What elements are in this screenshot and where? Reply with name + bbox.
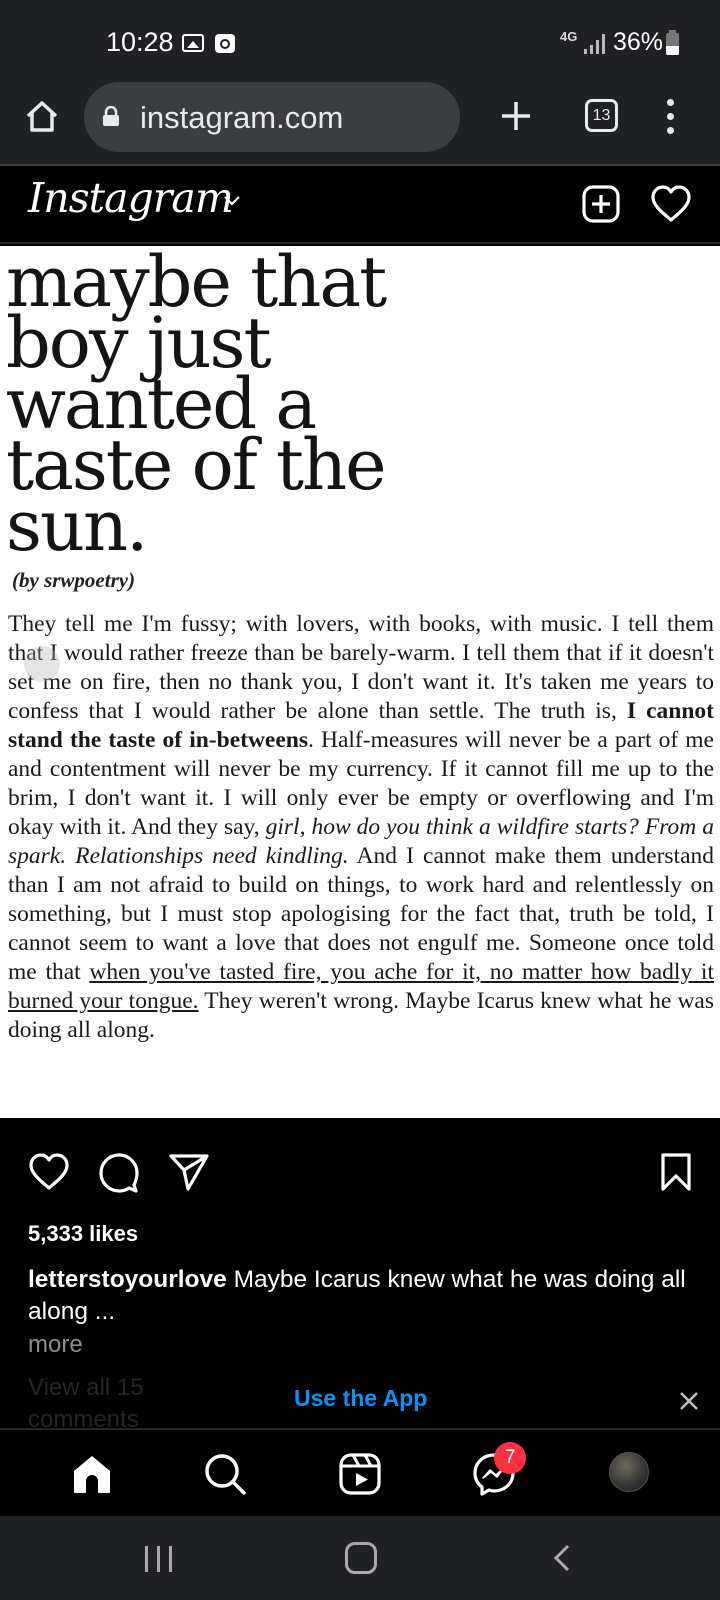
profile-avatar[interactable]: [609, 1452, 649, 1492]
like-heart-icon[interactable]: [28, 1152, 70, 1192]
status-bar: 10:28 4G 36%: [0, 0, 720, 78]
image-author-text: (by srwpoetry): [12, 568, 136, 592]
system-home-icon[interactable]: [345, 1542, 377, 1574]
share-icon[interactable]: [168, 1152, 210, 1192]
carousel-prev-icon[interactable]: [24, 646, 60, 682]
notifications-heart-icon[interactable]: [650, 184, 692, 224]
comment-icon[interactable]: [98, 1152, 140, 1194]
likes-count[interactable]: 5,333 likes: [28, 1221, 138, 1247]
battery-percent: 36%: [613, 28, 664, 56]
post-actions: [0, 1118, 720, 1228]
browser-toolbar: instagram.com 13: [0, 78, 720, 166]
image-title-text: maybe that boy just wanted a taste of th…: [6, 246, 387, 567]
caption-username[interactable]: letterstoyourlove: [28, 1266, 227, 1293]
view-all-comments-link[interactable]: View all 15 comments: [28, 1372, 188, 1436]
status-time: 10:28: [106, 27, 174, 57]
back-icon[interactable]: [550, 1543, 576, 1573]
messages-badge: 7: [494, 1442, 526, 1474]
signal-icon: [584, 34, 606, 54]
use-the-app-link[interactable]: Use the App: [294, 1385, 427, 1412]
gallery-notification-icon: [182, 34, 204, 52]
search-icon[interactable]: [203, 1452, 247, 1496]
save-bookmark-icon[interactable]: [660, 1152, 692, 1192]
caption-more-link[interactable]: more: [28, 1331, 83, 1359]
network-type: 4G: [560, 29, 578, 44]
home-nav-icon[interactable]: [70, 1452, 114, 1496]
url-text: instagram.com: [140, 100, 344, 135]
instagram-logo[interactable]: Instagram: [28, 174, 234, 222]
new-tab-icon[interactable]: [497, 97, 535, 135]
battery-icon: [666, 30, 679, 55]
system-navigation-bar: [0, 1516, 720, 1600]
post-caption: letterstoyourlove Maybe Icarus knew what…: [28, 1264, 698, 1328]
close-icon[interactable]: [678, 1390, 700, 1412]
lock-icon: [103, 106, 119, 126]
post-image[interactable]: maybe that boy just wanted a taste of th…: [0, 246, 720, 1118]
reels-icon[interactable]: [338, 1452, 382, 1496]
instagram-header: Instagram: [0, 168, 720, 244]
chevron-down-icon[interactable]: [222, 194, 242, 208]
home-icon[interactable]: [22, 96, 62, 136]
address-bar[interactable]: instagram.com: [84, 82, 460, 152]
browser-menu-icon[interactable]: [662, 99, 680, 135]
tab-switcher-button[interactable]: 13: [585, 99, 618, 132]
image-body-text: They tell me I'm fussy; with lovers, wit…: [8, 610, 714, 1045]
screen-recorder-icon: [215, 34, 235, 53]
body-part-1: They tell me I'm fussy; with lovers, wit…: [8, 611, 714, 724]
recent-apps-icon[interactable]: [145, 1546, 175, 1572]
new-post-icon[interactable]: [581, 184, 621, 224]
